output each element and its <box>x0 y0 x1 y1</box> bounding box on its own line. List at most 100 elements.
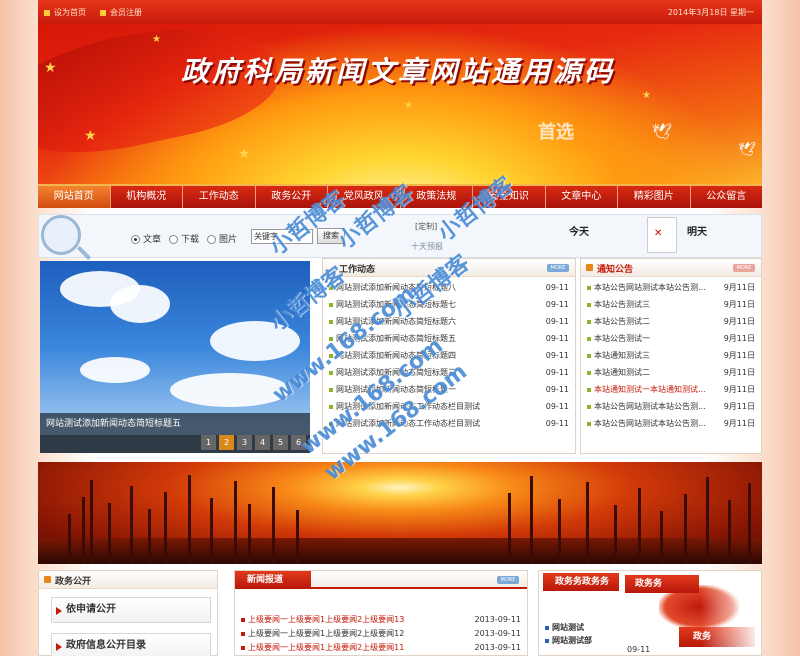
tree-shape <box>728 500 731 564</box>
list-item-title: 本站通知测试二 <box>594 368 650 377</box>
list-item[interactable]: 本站公告测试三 9月11日 <box>587 296 755 313</box>
list-item[interactable]: 本站公告测试二 9月11日 <box>587 313 755 330</box>
list-item[interactable]: 网站测试 <box>545 621 592 634</box>
news-report-list: 上级要闻一上级要闻1上级要闻2上级要闻13 2013-09-11 上级要闻一上级要闻… <box>235 589 527 655</box>
tree-shape <box>108 503 111 564</box>
dove-icon: 🕊 <box>652 122 673 141</box>
list-item[interactable]: 上级要闻一上级要闻1上级要闻2上级要闻12 2013-09-11 <box>241 627 521 641</box>
radio-dot <box>131 235 140 244</box>
list-item-date: 9月11日 <box>723 300 755 309</box>
list-item-date: 09-11 <box>545 300 569 309</box>
tree-shape <box>296 510 299 564</box>
bullet-icon <box>545 638 549 643</box>
list-item[interactable]: 本站公告测试一 9月11日 <box>587 330 755 347</box>
nav-item-pictures[interactable]: 精彩图片 <box>618 186 691 208</box>
radio-download[interactable]: 下载 <box>169 232 199 245</box>
gov-affairs-tab-2[interactable]: 政务务 <box>625 575 699 593</box>
news-report-tab[interactable]: 新闻报道 <box>235 571 311 589</box>
list-item-title-wrap: 上级要闻一上级要闻1上级要闻2上级要闻11 <box>241 641 404 655</box>
gov-affairs-tab-1[interactable]: 政务务政务务 <box>543 573 619 591</box>
notice-header: 通知公告 MORE <box>581 259 761 277</box>
apply-open-button[interactable]: 依申请公开 <box>51 597 211 623</box>
list-item[interactable]: 网站测试添加新闻动态简短标题四 09-11 <box>329 347 569 364</box>
list-item-date: 09-11 <box>545 368 569 377</box>
square-icon <box>100 9 106 16</box>
bullet-icon <box>241 646 245 650</box>
notice-more-button[interactable]: MORE <box>733 264 755 272</box>
search-bar: 文章 下载 图片 关键字 搜索 [定制] 十天预报 今天 ✕ 明天 <box>38 214 762 258</box>
list-item-title-wrap: 本站公告网站测试本站公告测… <box>587 279 706 296</box>
list-item[interactable]: 本站通知测试二 9月11日 <box>587 364 755 381</box>
bullet-icon <box>329 302 333 307</box>
list-item-date: 9月11日 <box>723 334 755 343</box>
work-news-title: 工作动态 <box>339 265 376 275</box>
ground-shape <box>38 538 762 564</box>
slide-caption[interactable]: 网站测试添加新闻动态简短标题五 <box>40 413 310 435</box>
list-item-date: 09-11 <box>545 334 569 343</box>
list-item[interactable]: 上级要闻一上级要闻1上级要闻2上级要闻13 2013-09-11 <box>241 613 521 627</box>
list-item-date: 9月11日 <box>723 402 755 411</box>
set-home-label: 设为首页 <box>54 8 86 17</box>
list-item-title-wrap: 本站通知测试二 <box>587 364 650 381</box>
radio-article[interactable]: 文章 <box>131 232 161 245</box>
tree-shape <box>234 481 237 564</box>
slide-page-1[interactable]: 1 <box>201 435 216 450</box>
slide-page-3[interactable]: 3 <box>237 435 252 450</box>
magnifier-icon <box>41 215 81 255</box>
tree-shape <box>706 477 709 564</box>
square-icon <box>44 9 50 16</box>
nav-item-about[interactable]: 机构概况 <box>111 186 183 208</box>
list-item-title: 上级要闻一上级要闻1上级要闻2上级要闻13 <box>248 615 405 624</box>
weather-tomorrow-label: 明天 <box>687 227 707 238</box>
list-item-title-wrap: 本站公告测试一 <box>587 330 650 347</box>
list-item[interactable]: 本站公告网站测试本站公告测… 9月11日 <box>587 279 755 296</box>
list-item-date: 09-11 <box>545 317 569 326</box>
top-bar: 设为首页 会员注册 2014年3月18日 星期一 <box>38 0 762 24</box>
nav-item-messages[interactable]: 公众留言 <box>691 186 763 208</box>
tree-shape <box>210 498 213 564</box>
nav-item-work-news[interactable]: 工作动态 <box>183 186 256 208</box>
work-news-more-button[interactable]: MORE <box>547 264 569 272</box>
nav-item-articles[interactable]: 文章中心 <box>546 186 618 208</box>
gov-open-title: 政务公开 <box>55 577 92 587</box>
search-type-radios: 文章 下载 图片 <box>131 232 237 245</box>
list-item[interactable]: 上级要闻一上级要闻1上级要闻2上级要闻11 2013-09-11 <box>241 641 521 655</box>
notice-list: 本站公告网站测试本站公告测… 9月11日 本站公告测试三 9月11日 本站公告测试二 9月… <box>581 277 761 432</box>
list-item-date: 2013-09-11 <box>474 643 522 652</box>
tree-shape <box>188 475 191 564</box>
photo-slideshow[interactable]: 网站测试添加新闻动态简短标题五 1 2 3 4 5 6 <box>40 261 310 453</box>
list-item[interactable]: 本站公告网站测试本站公告测… 9月11日 <box>587 415 755 432</box>
tree-shape <box>148 509 151 564</box>
weather-icon-box: ✕ <box>647 217 677 253</box>
register-link[interactable]: 会员注册 <box>100 7 142 18</box>
nav-item-home[interactable]: 网站首页 <box>38 186 111 208</box>
radio-article-label: 文章 <box>143 235 162 245</box>
list-item[interactable]: 本站通知测试一本站通知测试… 9月11日 <box>587 381 755 398</box>
list-item[interactable]: 本站公告网站测试本站公告测… 9月11日 <box>587 398 755 415</box>
news-report-more-button[interactable]: MORE <box>497 576 519 584</box>
slide-page-2[interactable]: 2 <box>219 435 234 450</box>
bullet-icon <box>329 319 333 324</box>
gov-affairs-panel: 政务务政务务 政务务 网站测试 网站测试部 政务 09-11 <box>538 570 762 656</box>
slide-pager: 1 2 3 4 5 6 <box>201 435 306 450</box>
radio-dot <box>169 235 179 244</box>
list-item-title: 本站通知测试一本站通知测试… <box>594 385 706 394</box>
page: 设为首页 会员注册 2014年3月18日 星期一 ★ ★ ★ ★ ★ ★ 政府科… <box>38 0 762 656</box>
gov-affairs-date: 09-11 <box>627 645 651 654</box>
radio-picture-label: 图片 <box>219 235 238 245</box>
slide-page-5[interactable]: 5 <box>273 435 288 450</box>
notice-mark-icon <box>586 264 593 271</box>
weather-today-label: 今天 <box>569 227 589 238</box>
set-home-link[interactable]: 设为首页 <box>44 7 86 18</box>
list-item[interactable]: 本站通知测试三 9月11日 <box>587 347 755 364</box>
list-item-title-wrap: 本站公告网站测试本站公告测… <box>587 415 706 432</box>
list-item[interactable]: 网站测试部 <box>545 634 592 647</box>
tree-shape <box>660 511 663 564</box>
tree-shape <box>272 487 275 564</box>
radio-picture[interactable]: 图片 <box>207 232 237 245</box>
ten-day-forecast-link[interactable]: 十天预报 <box>411 241 443 252</box>
list-item-date: 09-11 <box>545 402 569 411</box>
info-catalog-button[interactable]: 政府信息公开目录 <box>51 633 211 656</box>
slide-page-4[interactable]: 4 <box>255 435 270 450</box>
bullet-icon <box>587 404 591 409</box>
